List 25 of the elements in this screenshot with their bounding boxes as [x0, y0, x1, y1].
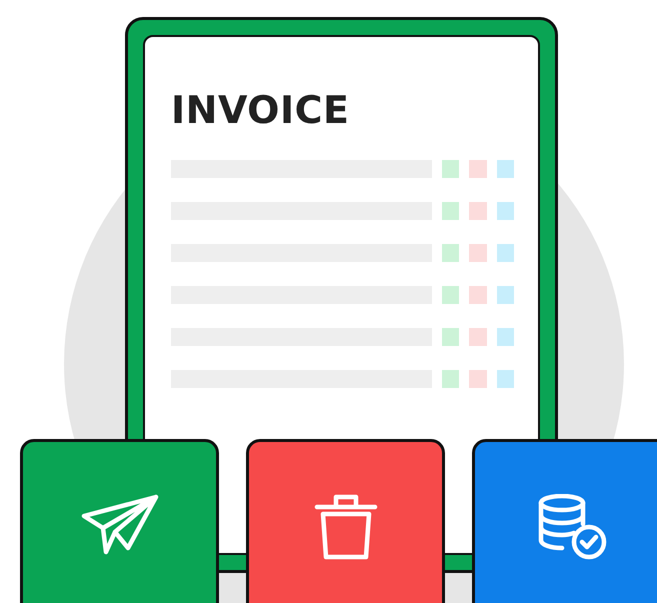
- placeholder-square: [496, 370, 514, 388]
- placeholder-square: [469, 328, 487, 346]
- placeholder-square: [469, 202, 487, 220]
- placeholder-square: [469, 160, 487, 178]
- placeholder-square: [496, 202, 514, 220]
- placeholder-square: [496, 286, 514, 304]
- placeholder-square: [442, 244, 460, 262]
- placeholder-square: [442, 370, 460, 388]
- database-check-icon: [536, 494, 606, 560]
- placeholder-square: [442, 202, 460, 220]
- placeholder-square: [442, 160, 460, 178]
- delete-button[interactable]: [246, 439, 445, 603]
- placeholder-square: [442, 328, 460, 346]
- placeholder-square: [469, 370, 487, 388]
- paper-plane-icon: [80, 494, 158, 556]
- invoice-title: INVOICE: [171, 91, 350, 129]
- placeholder-square: [496, 244, 514, 262]
- placeholder-square: [469, 244, 487, 262]
- placeholder-square: [496, 328, 514, 346]
- trash-icon: [314, 494, 378, 560]
- send-button[interactable]: [20, 439, 219, 603]
- placeholder-square: [442, 286, 460, 304]
- placeholder-square: [496, 160, 514, 178]
- placeholder-square: [469, 286, 487, 304]
- database-button[interactable]: [472, 439, 657, 603]
